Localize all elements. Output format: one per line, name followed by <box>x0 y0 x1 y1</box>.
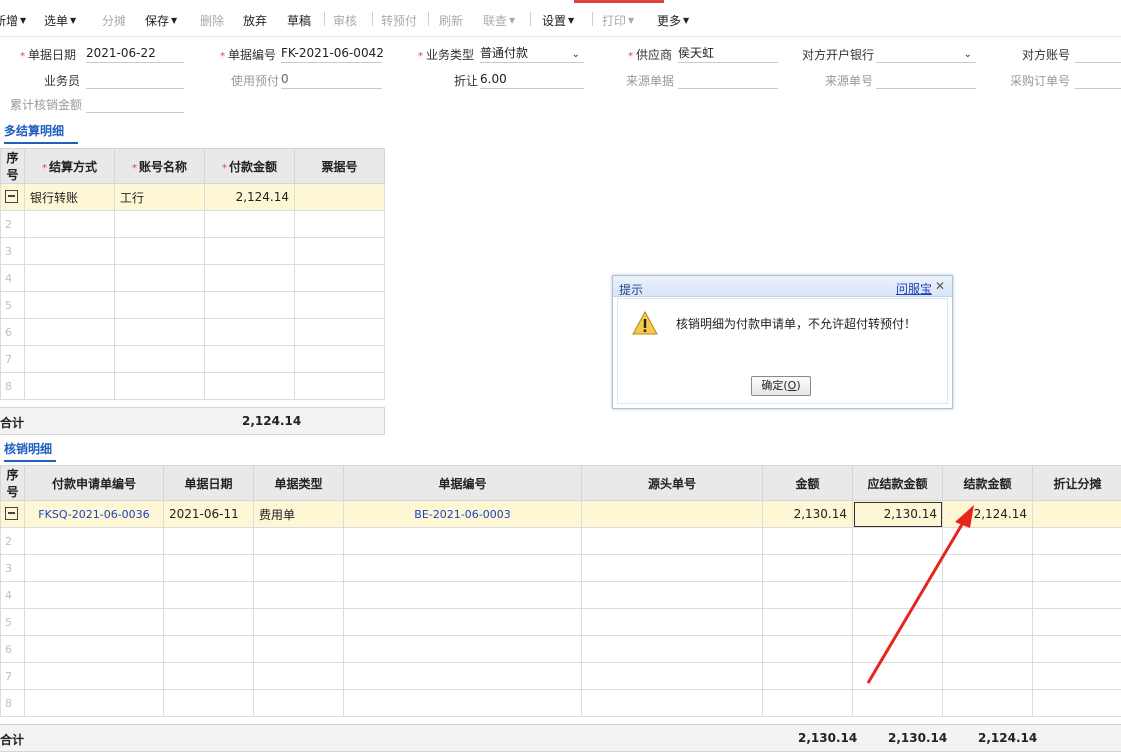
dialog-title: 提示 <box>619 281 643 298</box>
arrow-head <box>955 505 974 528</box>
alert-dialog: 提示 问服宝 ✕ 核销明细为付款申请单，不允许超付转预付！ 确定(O) <box>612 275 953 409</box>
dialog-titlebar: 提示 问服宝 ✕ <box>613 276 952 297</box>
dialog-body: 核销明细为付款申请单，不允许超付转预付！ 确定(O) <box>617 298 948 404</box>
dialog-message: 核销明细为付款申请单，不允许超付转预付！ <box>676 315 916 332</box>
ok-button[interactable]: 确定(O) <box>751 376 811 396</box>
arrow-shaft <box>868 521 964 683</box>
warning-icon <box>632 311 658 335</box>
help-link[interactable]: 问服宝 <box>896 280 932 297</box>
close-icon[interactable]: ✕ <box>935 279 945 293</box>
